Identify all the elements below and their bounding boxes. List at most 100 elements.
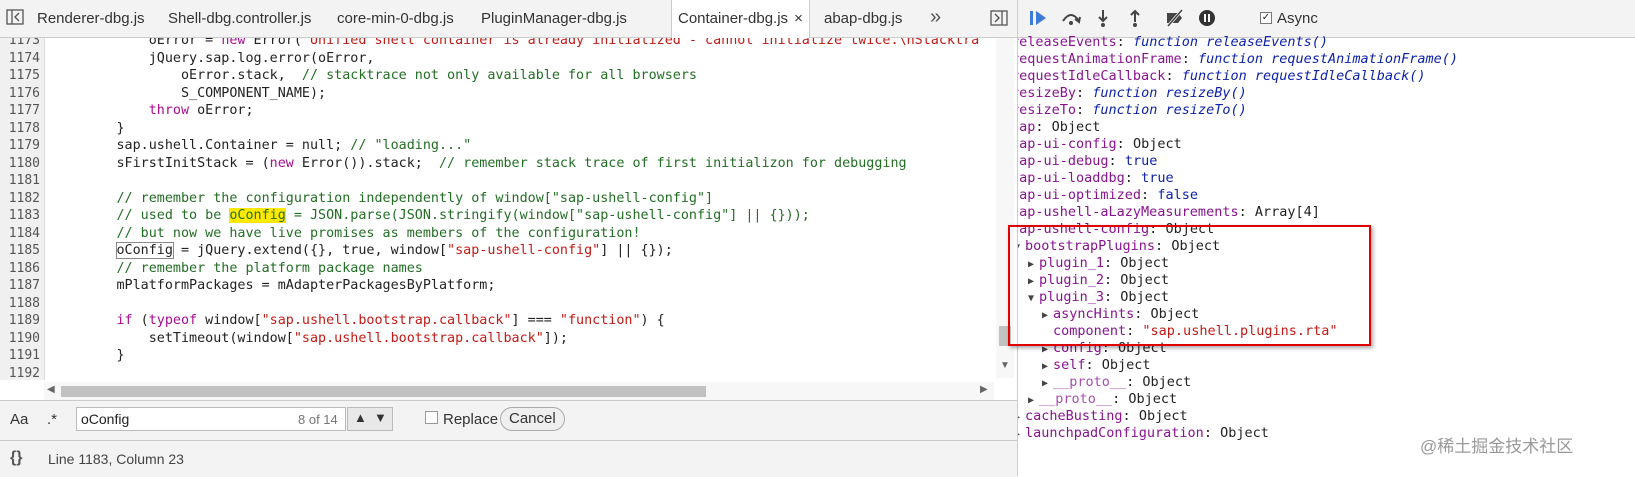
line-number: 1185 [8, 243, 40, 258]
previous-match-icon[interactable]: ▲ [354, 410, 367, 425]
line-number: 1181 [8, 173, 40, 188]
watermark: @稀土掘金技术社区 [1420, 437, 1574, 456]
deactivate-breakpoints-icon[interactable] [1164, 8, 1186, 28]
scope-row[interactable]: ▶requestAnimationFrame: function request… [1018, 51, 1458, 70]
scope-row[interactable]: ▶resizeBy: function resizeBy() [1018, 85, 1247, 104]
line-number: 1173 [8, 38, 40, 48]
replace-label: Replace [443, 411, 499, 428]
scope-row[interactable]: ▶cacheBusting: Object [1018, 408, 1188, 427]
scope-row[interactable]: ▶ self: Object [1042, 357, 1151, 376]
step-over-icon[interactable] [1060, 8, 1082, 28]
step-into-icon[interactable] [1092, 8, 1114, 28]
regex-toggle[interactable]: .* [47, 411, 57, 428]
line-number: 1175 [8, 68, 40, 83]
editor-tabbar: Renderer-dbg.js Shell-dbg.controller.js … [0, 0, 1017, 38]
scope-row[interactable]: ▶requestIdleCallback: function requestId… [1018, 68, 1426, 87]
line-number: 1178 [8, 120, 40, 136]
scope-row[interactable]: ▶releaseEvents: function releaseEvents() [1018, 34, 1328, 53]
expand-triangle-icon[interactable]: ▶ [1042, 375, 1053, 393]
tab-shell-controller[interactable]: Shell-dbg.controller.js [162, 0, 317, 37]
scope-row[interactable]: sap-ui-optimized: false [1018, 187, 1198, 205]
code-editor[interactable]: 1173 1174 1175 1176 1177 1178 1179 1180 … [0, 38, 1017, 380]
tab-overflow-icon[interactable]: » [930, 0, 941, 37]
code-line: } [52, 348, 125, 363]
expand-triangle-icon[interactable]: ▶ [1042, 341, 1053, 359]
debugger-sidebar: ✓ Async ▶releaseEvents: function release… [1018, 0, 1635, 476]
next-match-icon[interactable]: ▼ [374, 410, 387, 425]
scope-row[interactable]: ▶sap-ui-config: Object [1018, 136, 1182, 155]
line-number: 1179 [8, 138, 40, 153]
search-match-highlight: oConfig [229, 208, 286, 223]
replace-checkbox[interactable] [425, 411, 438, 424]
pause-on-exceptions-icon[interactable] [1196, 8, 1218, 28]
scope-row[interactable]: ▶ asyncHints: Object [1042, 306, 1199, 325]
scope-row[interactable]: ▶ plugin_1: Object [1028, 255, 1169, 274]
scroll-right-icon[interactable]: ▶ [980, 384, 988, 395]
resume-icon[interactable] [1028, 8, 1050, 28]
scope-row[interactable]: ▶sap: Object [1018, 119, 1100, 138]
tab-abap[interactable]: abap-dbg.js [818, 0, 908, 37]
scope-row[interactable]: ▶ __proto__: Object [1028, 391, 1177, 410]
close-tab-icon[interactable]: × [794, 10, 803, 27]
scroll-left-icon[interactable]: ◀ [47, 384, 55, 395]
line-number: 1189 [8, 313, 40, 328]
scrollbar-thumb[interactable] [999, 326, 1011, 346]
line-number: 1177 [8, 103, 40, 118]
tab-label: Shell-dbg.controller.js [168, 10, 312, 27]
tab-renderer[interactable]: Renderer-dbg.js [31, 0, 151, 37]
expand-triangle-icon[interactable]: ▶ [1028, 256, 1039, 274]
scope-row[interactable]: ▼sap-ushell-config: Object [1018, 221, 1214, 240]
code-line: sap.ushell.Container = null; // "loading… [52, 138, 472, 153]
tab-core-min[interactable]: core-min-0-dbg.js [331, 0, 460, 37]
line-number-gutter: 1173 1174 1175 1176 1177 1178 1179 1180 … [0, 38, 45, 380]
async-label: Async [1277, 10, 1318, 27]
scope-row[interactable]: component: "sap.ushell.plugins.rta" [1042, 323, 1338, 341]
line-number: 1174 [8, 50, 40, 66]
scope-row[interactable]: sap-ui-debug: true [1018, 153, 1157, 171]
collapse-triangle-icon[interactable]: ▼ [1028, 290, 1039, 308]
code-line: oError.stack, // stacktrace not only ava… [52, 68, 697, 83]
line-number: 1188 [8, 295, 40, 311]
scope-row[interactable]: ▶ __proto__: Object [1042, 374, 1191, 393]
line-number: 1182 [8, 190, 40, 206]
expand-triangle-icon[interactable]: ▶ [1018, 409, 1025, 427]
async-checkbox[interactable]: ✓ [1260, 12, 1272, 24]
scrollbar-thumb[interactable] [61, 386, 706, 397]
cancel-button[interactable]: Cancel [500, 407, 565, 431]
code-line: throw oError; [148, 103, 254, 118]
collapse-triangle-icon[interactable]: ▼ [1018, 239, 1025, 257]
toggle-navigator-icon[interactable] [6, 9, 24, 25]
expand-triangle-icon[interactable]: ▶ [1042, 358, 1053, 376]
code-line: S_COMPONENT_NAME); [52, 85, 327, 101]
expand-triangle-icon[interactable]: ▶ [1028, 273, 1039, 291]
expand-triangle-icon[interactable]: ▶ [1018, 426, 1025, 444]
expand-triangle-icon[interactable]: ▶ [1042, 307, 1053, 325]
scope-row[interactable]: ▶resizeTo: function resizeTo() [1018, 102, 1247, 121]
scroll-down-icon[interactable]: ▼ [1000, 360, 1010, 371]
horizontal-scrollbar[interactable]: ◀ ▶ [44, 382, 994, 400]
toggle-debugger-icon[interactable] [990, 10, 1008, 26]
vertical-scrollbar[interactable]: ▼ [996, 38, 1014, 378]
tab-container-active[interactable]: Container-dbg.js × [671, 0, 810, 38]
code-line: mPlatformPackages = mAdapterPackagesByPl… [52, 278, 496, 293]
step-out-icon[interactable] [1124, 8, 1146, 28]
pretty-print-icon[interactable]: {} [10, 449, 22, 467]
scope-row[interactable]: ▶sap-ushell-aLazyMeasurements: Array[4] [1018, 204, 1320, 223]
scope-row[interactable]: ▶ config: Object [1042, 340, 1167, 359]
scope-row[interactable]: ▼ plugin_3: Object [1028, 289, 1169, 308]
scope-row[interactable]: sap-ui-loaddbg: true [1018, 170, 1174, 188]
cursor-position: Line 1183, Column 23 [48, 451, 184, 467]
scope-row[interactable]: ▼bootstrapPlugins: Object [1018, 238, 1220, 257]
match-case-toggle[interactable]: Aa [10, 411, 28, 428]
code-line: if (typeof window["sap.ushell.bootstrap.… [116, 313, 665, 328]
status-bar: {} Line 1183, Column 23 [0, 440, 1017, 477]
tab-plugin-manager[interactable]: PluginManager-dbg.js [475, 0, 633, 37]
debugger-toolbar: ✓ Async [1018, 0, 1635, 38]
code-line: oConfig = jQuery.extend({}, true, window… [115, 242, 673, 259]
code-line: sFirstInitStack = (new Error()).stack; /… [52, 155, 907, 171]
line-number: 1186 [8, 260, 40, 276]
expand-triangle-icon[interactable]: ▶ [1028, 392, 1039, 410]
code-line: jQuery.sap.log.error(oError, [52, 50, 375, 66]
scope-row[interactable]: ▶ plugin_2: Object [1028, 272, 1169, 291]
scope-row[interactable]: ▶launchpadConfiguration: Object [1018, 425, 1269, 444]
